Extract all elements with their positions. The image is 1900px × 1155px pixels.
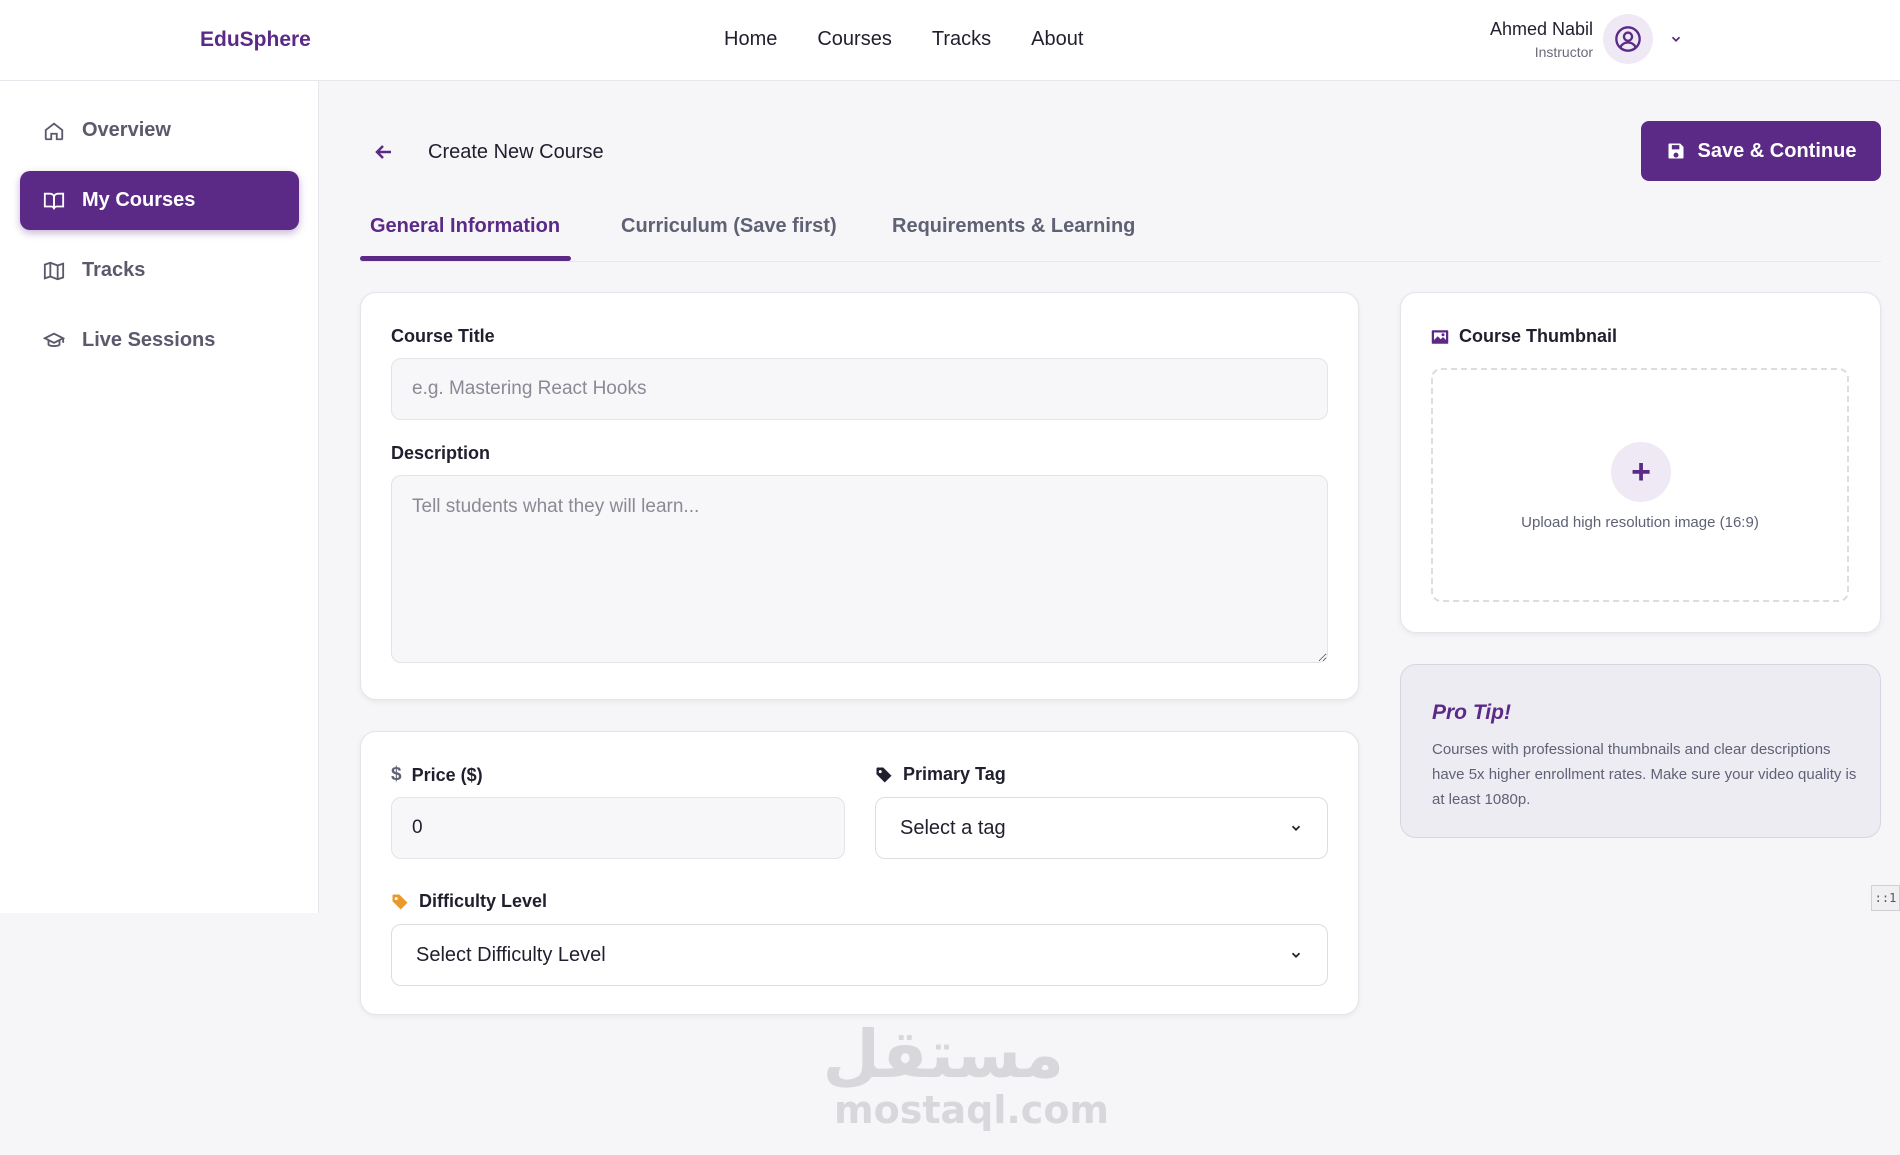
save-icon (1668, 143, 1684, 159)
save-button-label: Save & Continue (1697, 139, 1857, 162)
pro-tip-card: Pro Tip! Courses with professional thumb… (1400, 664, 1881, 838)
primary-tag-label: Primary Tag (875, 764, 1006, 785)
nav-about[interactable]: About (1031, 28, 1083, 51)
sidebar: Overview My Courses Tracks Live Sessions (0, 81, 319, 913)
tab-general-information[interactable]: General Information (370, 215, 560, 238)
price-input[interactable] (391, 797, 845, 859)
user-menu[interactable]: Ahmed Nabil Instructor (1490, 14, 1683, 64)
image-icon (1431, 329, 1449, 344)
description-label: Description (391, 443, 491, 463)
corner-marker: ::1 (1871, 885, 1900, 911)
sidebar-item-label: Overview (82, 119, 171, 141)
watermark: مستقل mostaql.com (822, 1016, 1110, 1132)
difficulty-label: Difficulty Level (391, 891, 547, 912)
user-circle-icon (1615, 26, 1641, 52)
user-role: Instructor (1534, 43, 1594, 60)
nav-courses[interactable]: Courses (817, 28, 891, 51)
course-tabs: General Information Curriculum (Save fir… (360, 195, 1881, 262)
top-navbar: EduSphere Home Courses Tracks About Ahme… (0, 0, 1900, 81)
description-textarea[interactable] (391, 475, 1328, 663)
user-info: Ahmed Nabil Instructor (1490, 19, 1593, 60)
difficulty-selected: Select Difficulty Level (416, 943, 606, 966)
watermark-arabic: مستقل (822, 1016, 1064, 1093)
primary-tag-label-text: Primary Tag (903, 764, 1006, 784)
back-arrow-icon[interactable] (372, 140, 396, 164)
home-icon (42, 119, 66, 143)
price-label: $ Price ($) (391, 764, 483, 786)
main-nav: Home Courses Tracks About (724, 28, 1083, 51)
book-open-icon (42, 189, 66, 213)
save-continue-button[interactable]: Save & Continue (1641, 121, 1881, 181)
sidebar-item-tracks[interactable]: Tracks (20, 241, 299, 300)
nav-home[interactable]: Home (724, 28, 777, 51)
price-label-text: Price ($) (411, 764, 483, 785)
upload-hint: Upload high resolution image (16:9) (1521, 514, 1759, 531)
graduation-cap-icon (42, 329, 66, 353)
avatar[interactable] (1603, 14, 1654, 64)
dollar-icon: $ (391, 764, 402, 785)
map-icon (42, 259, 66, 283)
sidebar-item-label: Tracks (82, 259, 146, 281)
pro-tip-title: Pro Tip! (1432, 701, 1511, 724)
primary-tag-select[interactable]: Select a tag (875, 797, 1328, 859)
tab-requirements-learning[interactable]: Requirements & Learning (892, 215, 1135, 238)
tag-icon (876, 767, 892, 782)
thumbnail-upload-dropzone[interactable]: + Upload high resolution image (16:9) (1431, 368, 1849, 602)
sidebar-item-label: Live Sessions (82, 329, 216, 351)
difficulty-select[interactable]: Select Difficulty Level (391, 924, 1328, 986)
sidebar-item-my-courses[interactable]: My Courses (20, 171, 299, 230)
primary-tag-selected: Select a tag (900, 816, 1006, 839)
plus-icon[interactable]: + (1611, 442, 1671, 502)
nav-tracks[interactable]: Tracks (932, 28, 991, 51)
thumbnail-label: Course Thumbnail (1431, 326, 1617, 347)
page-title: Create New Course (428, 141, 604, 163)
difficulty-label-text: Difficulty Level (419, 891, 548, 911)
pro-tip-text: Courses with professional thumbnails and… (1432, 741, 1857, 808)
user-name: Ahmed Nabil (1490, 18, 1594, 39)
course-title-input[interactable] (391, 358, 1328, 420)
tab-curriculum[interactable]: Curriculum (Save first) (621, 215, 837, 238)
brand-logo[interactable]: EduSphere (200, 28, 311, 52)
active-tab-indicator (360, 256, 571, 261)
chevron-down-icon[interactable] (1669, 32, 1683, 46)
watermark-latin: mostaql.com (834, 1088, 1110, 1132)
thumbnail-label-text: Course Thumbnail (1459, 326, 1618, 346)
sidebar-item-live-sessions[interactable]: Live Sessions (20, 311, 299, 370)
chevron-down-icon (1291, 825, 1301, 831)
chevron-down-icon (1291, 952, 1301, 958)
sidebar-item-overview[interactable]: Overview (20, 101, 299, 160)
tags-icon (392, 894, 408, 909)
course-title-label: Course Title (391, 326, 495, 346)
sidebar-item-label: My Courses (82, 189, 196, 211)
